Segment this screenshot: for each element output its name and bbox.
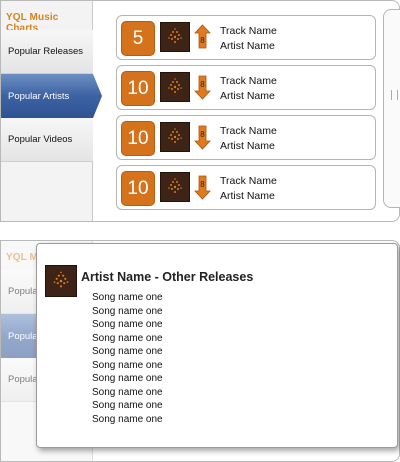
popup-panel: YQL Mu Popula Popula Popula Artist Name … [0, 240, 400, 462]
trend-down-icon: 8 [194, 74, 211, 100]
trend-down-icon: 8 [194, 174, 211, 200]
nav-item-label: Popular Artists [8, 90, 70, 102]
track-card[interactable]: 5 8 Track Name Artist Name [116, 15, 376, 60]
nav-item-popular-artists[interactable]: Popular Artists [1, 74, 102, 118]
track-name: Track Name [220, 125, 277, 137]
song-item[interactable]: Song name one [92, 386, 163, 400]
artist-name: Artist Name [220, 40, 275, 52]
trend-up-icon: 8 [194, 24, 211, 50]
grip-icon [391, 90, 398, 100]
trend-down-icon: 8 [194, 124, 211, 150]
rank-badge: 10 [121, 121, 155, 156]
nav-item-popular-videos[interactable]: Popular Videos [1, 118, 93, 162]
artist-name: Artist Name [220, 90, 275, 102]
trend-change: 8 [200, 180, 205, 189]
track-card[interactable]: 10 8 Track Name Artist Name [116, 165, 376, 210]
nav-item-popular-releases[interactable]: Popular Releases [1, 30, 93, 74]
song-item[interactable]: Song name one [92, 345, 163, 359]
album-art-image [160, 122, 190, 152]
nav-item-label: Popular Releases [8, 46, 83, 57]
popup-title: Artist Name - Other Releases [81, 270, 254, 284]
song-item[interactable]: Song name one [92, 305, 163, 319]
song-item[interactable]: Song name one [92, 318, 163, 332]
rank-badge: 10 [121, 171, 155, 206]
song-item[interactable]: Song name one [92, 291, 163, 305]
album-art-image [160, 22, 190, 52]
track-card[interactable]: 10 8 Track Name Artist Name [116, 115, 376, 160]
song-item[interactable]: Song name one [92, 372, 163, 386]
artist-image [45, 265, 77, 297]
scroll-handle[interactable] [383, 9, 400, 208]
nav-item-label: Popular Videos [8, 134, 73, 145]
song-item[interactable]: Song name one [92, 413, 163, 427]
rank-badge: 5 [121, 21, 155, 56]
chart-panel: YQL Music Charts Popular Releases Popula… [0, 0, 400, 222]
track-name: Track Name [220, 75, 277, 87]
trend-change: 8 [200, 36, 205, 45]
trend-change: 8 [200, 130, 205, 139]
song-item[interactable]: Song name one [92, 332, 163, 346]
sidebar: YQL Music Charts Popular Releases Popula… [1, 1, 102, 221]
song-list: Song name one Song name one Song name on… [92, 291, 163, 426]
album-art-image [160, 72, 190, 102]
track-name: Track Name [220, 175, 277, 187]
track-name: Track Name [220, 25, 277, 37]
other-releases-popup[interactable]: Artist Name - Other Releases Song name o… [36, 243, 398, 448]
artist-name: Artist Name [220, 140, 275, 152]
nav-item-label: Popula [8, 374, 38, 385]
nav-item-label: Popula [8, 286, 38, 297]
nav-item-label: Popula [8, 330, 38, 342]
song-item[interactable]: Song name one [92, 399, 163, 413]
album-art-image [160, 172, 190, 202]
song-item[interactable]: Song name one [92, 359, 163, 373]
trend-change: 8 [200, 80, 205, 89]
track-card[interactable]: 10 8 Track Name Artist Name [116, 65, 376, 110]
artist-name: Artist Name [220, 190, 275, 202]
rank-badge: 10 [121, 71, 155, 106]
